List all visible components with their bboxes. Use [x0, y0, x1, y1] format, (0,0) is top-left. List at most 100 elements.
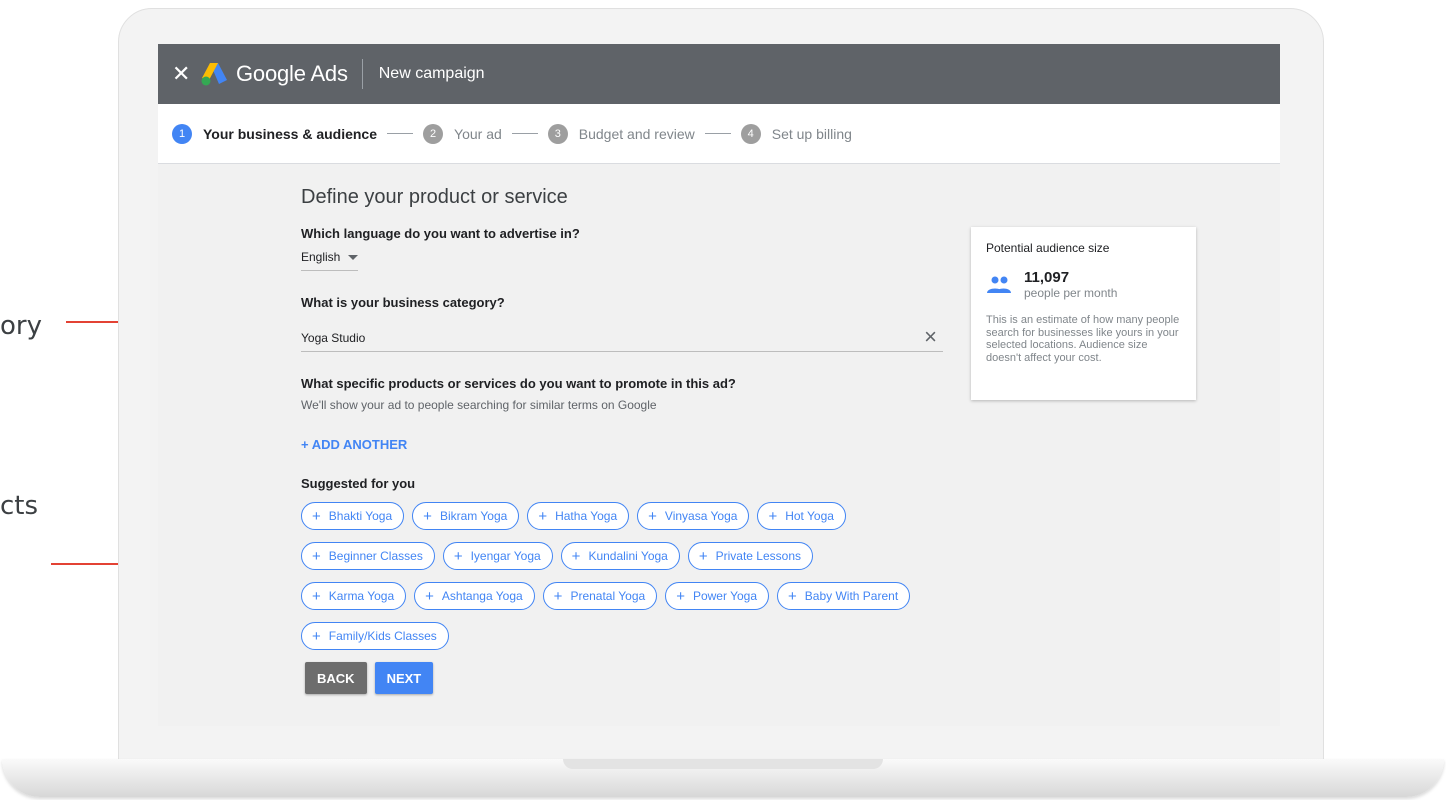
plus-icon: +: [698, 547, 708, 565]
suggestion-chip[interactable]: + Vinyasa Yoga: [637, 502, 750, 530]
chip-label: Bikram Yoga: [439, 509, 508, 523]
step-number: 2: [423, 123, 444, 144]
dropdown-caret-icon: [348, 254, 359, 260]
google-ads-logo-icon: [201, 63, 227, 86]
suggestion-chip[interactable]: + Bhakti Yoga: [301, 502, 405, 530]
plus-icon: +: [423, 507, 432, 525]
language-select[interactable]: English: [301, 250, 359, 271]
plus-icon: +: [571, 547, 581, 565]
suggestion-chip[interactable]: + Karma Yoga: [301, 582, 407, 610]
suggested-label: Suggested for you: [301, 476, 416, 491]
audience-size-card: Potential audience size 11,097 people pe…: [971, 227, 1196, 400]
suggestion-chips: + Bhakti Yoga + Bikram Yoga + Hatha Yoga + V…: [301, 502, 951, 650]
plus-icon: +: [312, 547, 321, 565]
suggestion-chip[interactable]: + Ashtanga Yoga: [414, 582, 535, 610]
chip-row: + Beginner Classes + Iyengar Yoga + Kundali…: [301, 542, 951, 570]
step-connector: [704, 133, 731, 134]
chip-label: Power Yoga: [692, 589, 758, 603]
form-content: Define your product or service Which lan…: [301, 186, 951, 694]
step-business-audience[interactable]: 1 Your business & audience: [172, 123, 378, 144]
chip-row: + Family/Kids Classes: [301, 622, 951, 650]
suggestion-chip[interactable]: + Beginner Classes: [301, 542, 435, 570]
suggestion-chip[interactable]: + Kundalini Yoga: [560, 542, 680, 570]
products-question: What specific products or services do yo…: [301, 376, 736, 391]
card-title: Potential audience size: [986, 241, 1110, 255]
suggestion-chip[interactable]: + Power Yoga: [665, 582, 770, 610]
suggestion-chip[interactable]: + Prenatal Yoga: [542, 582, 658, 610]
laptop-notch: [563, 759, 883, 769]
plus-icon: +: [453, 547, 463, 565]
audience-count: 11,097: [1024, 269, 1070, 286]
progress-stepper: 1 Your business & audience 2 Your ad 3 B…: [158, 104, 1280, 164]
suggestion-chip[interactable]: + Family/Kids Classes: [301, 622, 449, 650]
language-question: Which language do you want to advertise …: [301, 226, 580, 241]
plus-icon: +: [312, 507, 321, 525]
laptop-screen: ✕ Google Ads New campaign 1 Your busines…: [158, 44, 1280, 726]
step-label: Your ad: [454, 125, 502, 142]
page-title: Define your product or service: [301, 186, 568, 208]
plus-icon: +: [312, 587, 321, 605]
chip-label: Baby With Parent: [804, 589, 899, 603]
step-connector: [387, 133, 414, 134]
step-number: 4: [740, 123, 761, 144]
plus-icon: +: [553, 587, 563, 605]
brand-name: Google Ads: [236, 61, 348, 86]
step-budget-review[interactable]: 3 Budget and review: [547, 123, 695, 144]
chip-label: Family/Kids Classes: [328, 629, 437, 643]
chip-label: Private Lessons: [715, 549, 802, 563]
callout-products-text: cts: [0, 491, 39, 521]
plus-icon: +: [538, 507, 548, 525]
chip-row: + Bhakti Yoga + Bikram Yoga + Hatha Yoga + V…: [301, 502, 951, 530]
chip-label: Vinyasa Yoga: [664, 509, 738, 523]
close-icon[interactable]: ✕: [172, 63, 192, 85]
step-label: Your business & audience: [203, 125, 378, 142]
chip-label: Hatha Yoga: [555, 509, 618, 523]
step-your-ad[interactable]: 2 Your ad: [423, 123, 502, 144]
plus-icon: +: [425, 587, 434, 605]
step-label: Set up billing: [771, 125, 852, 142]
step-connector: [511, 133, 538, 134]
chip-label: Beginner Classes: [328, 549, 423, 563]
suggestion-chip[interactable]: + Hot Yoga: [757, 502, 846, 530]
chip-label: Karma Yoga: [328, 589, 395, 603]
campaign-title: New campaign: [378, 65, 485, 82]
app-header: ✕ Google Ads New campaign: [158, 44, 1280, 104]
category-input[interactable]: Yoga Studio ×: [301, 324, 943, 352]
plus-icon: +: [648, 507, 657, 525]
add-another-button[interactable]: + ADD ANOTHER: [301, 437, 951, 452]
plus-icon: +: [788, 587, 797, 605]
suggestion-chip[interactable]: + Hatha Yoga: [527, 502, 630, 530]
card-description: This is an estimate of how many people s…: [986, 314, 1180, 364]
suggestion-chip[interactable]: + Private Lessons: [687, 542, 814, 570]
chip-label: Bhakti Yoga: [328, 509, 393, 523]
clear-icon[interactable]: ×: [924, 326, 937, 348]
callout-category-text: ory: [0, 311, 42, 341]
audience-unit: people per month: [1024, 286, 1118, 300]
chip-label: Hot Yoga: [785, 509, 834, 523]
plus-icon: +: [676, 587, 685, 605]
category-value: Yoga Studio: [301, 330, 366, 345]
chip-label: Ashtanga Yoga: [441, 589, 523, 603]
next-button[interactable]: NEXT: [374, 662, 434, 694]
language-value: English: [301, 250, 341, 264]
chip-label: Kundalini Yoga: [588, 549, 668, 563]
step-number: 1: [172, 123, 192, 144]
plus-icon: +: [768, 507, 778, 525]
audience-metric: 11,097 people per month: [986, 269, 1181, 300]
back-button[interactable]: BACK: [305, 662, 367, 694]
category-question: What is your business category?: [301, 295, 505, 310]
plus-icon: +: [312, 627, 321, 645]
header-divider: [361, 59, 363, 89]
products-helper-text: We'll show your ad to people searching f…: [301, 398, 657, 412]
suggestion-chip[interactable]: + Bikram Yoga: [412, 502, 520, 530]
step-number: 3: [547, 123, 568, 144]
people-icon: [987, 276, 1011, 293]
chip-label: Prenatal Yoga: [570, 589, 646, 603]
step-billing[interactable]: 4 Set up billing: [740, 123, 852, 144]
suggestion-chip[interactable]: + Iyengar Yoga: [442, 542, 553, 570]
suggestion-chip[interactable]: + Baby With Parent: [777, 582, 911, 610]
form-actions: BACK NEXT: [305, 662, 951, 694]
step-label: Budget and review: [578, 125, 695, 142]
chip-row: + Karma Yoga + Ashtanga Yoga + Prenatal Yog…: [301, 582, 951, 610]
chip-label: Iyengar Yoga: [470, 549, 541, 563]
